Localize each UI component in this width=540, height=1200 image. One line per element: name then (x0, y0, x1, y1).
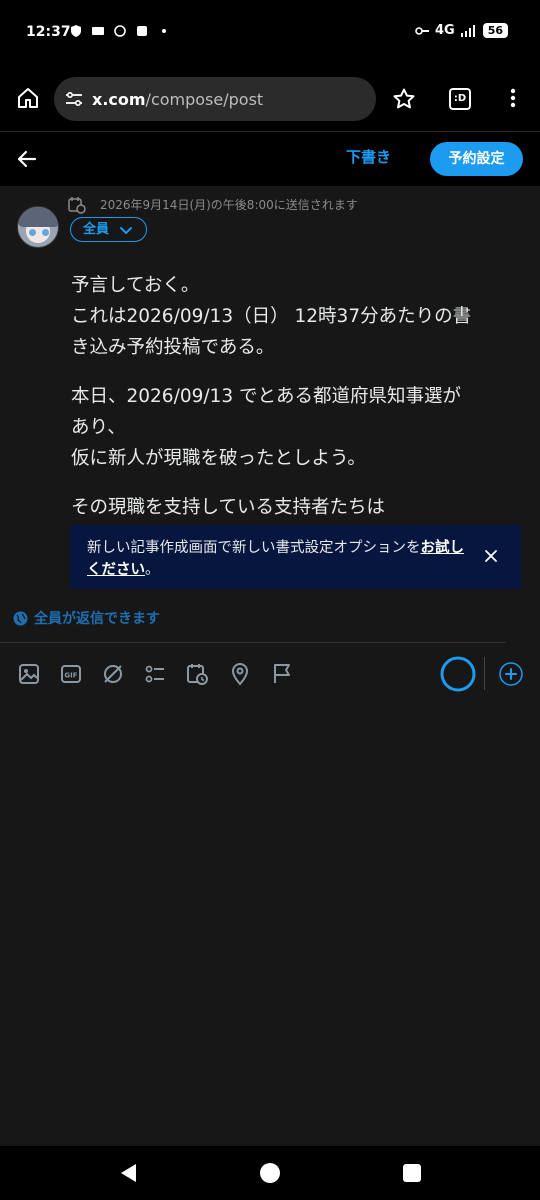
reply-setting[interactable]: 全員が返信できます (13, 608, 160, 628)
post-line: 本日、2026/09/13 でとある都道府県知事選が (71, 386, 462, 407)
reply-setting-label: 全員が返信できます (34, 611, 160, 627)
address-bar[interactable]: x.com/compose/post (54, 77, 376, 121)
status-time: 12:37 (26, 24, 71, 40)
divider (0, 642, 506, 643)
app-icon (137, 26, 147, 36)
toast-text: 新しい記事作成画面で新しい書式設定オプションを (87, 540, 421, 556)
flag-icon[interactable] (270, 662, 294, 686)
post-textarea[interactable]: 予言しておく。 これは2026/09/13（日） 12時37分あたりの書 き込み… (71, 270, 521, 526)
site-settings-icon[interactable] (64, 89, 84, 109)
nav-back-icon[interactable] (118, 1162, 140, 1184)
character-progress-ring (440, 656, 476, 692)
location-icon[interactable] (228, 662, 252, 686)
close-icon[interactable] (483, 548, 499, 564)
browser-toolbar: x.com/compose/post :D (0, 64, 540, 132)
shield-icon (71, 25, 81, 37)
dot-icon (162, 29, 166, 33)
post-line: き込み予約投稿である。 (71, 337, 275, 358)
battery-level: 56 (482, 23, 508, 38)
compose-header: 下書き 予約設定 (0, 132, 540, 186)
signal-icon (460, 24, 475, 37)
post-paragraph-1: 予言しておく。 これは2026/09/13（日） 12時37分あたりの書 き込み… (71, 270, 521, 363)
chatgpt-icon (114, 25, 126, 37)
network-type: 4G (434, 23, 455, 38)
add-post-icon[interactable] (499, 662, 523, 686)
toast-suffix: 。 (145, 562, 160, 578)
post-line: あり、 (71, 417, 126, 438)
post-line: その現職を支持している支持者たちは (71, 497, 385, 518)
back-arrow-icon[interactable] (14, 146, 40, 172)
image-icon[interactable] (17, 662, 41, 686)
toast-message: 新しい記事作成画面で新しい書式設定オプションをお試しください。 (87, 537, 467, 581)
post-paragraph-3: その現職を支持している支持者たちは (71, 492, 521, 523)
more-vert-icon[interactable] (503, 86, 523, 110)
nav-recents-icon[interactable] (403, 1164, 421, 1182)
star-icon[interactable] (392, 87, 416, 111)
post-line: これは2026/09/13（日） 12時37分あたりの書 (71, 306, 472, 327)
key-icon (415, 26, 429, 35)
post-paragraph-2: 本日、2026/09/13 でとある都道府県知事選が あり、 仮に新人が現職を破… (71, 381, 521, 474)
schedule-icon[interactable] (185, 662, 209, 686)
system-nav-bar (0, 1146, 540, 1200)
post-line: 予言しておく。 (71, 275, 200, 296)
url-text[interactable]: x.com/compose/post (92, 90, 263, 109)
toolbar-separator (484, 657, 485, 690)
url-host: x.com (92, 89, 146, 109)
drafts-button[interactable]: 下書き (346, 146, 391, 167)
status-bar: 12:37 4G 56 (0, 0, 540, 64)
tabs-icon[interactable]: :D (449, 88, 471, 110)
grok-icon[interactable] (101, 662, 125, 686)
home-icon[interactable] (16, 86, 40, 110)
status-notification-icons (70, 25, 170, 37)
post-text-viewport: 予言しておく。 これは2026/09/13（日） 12時37分あたりの書 き込み… (0, 186, 540, 526)
svg-text:GIF: GIF (64, 672, 77, 680)
status-right: 4G 56 (415, 23, 508, 38)
formatting-toast: 新しい記事作成画面で新しい書式設定オプションをお試しください。 (70, 525, 521, 589)
nav-home-icon[interactable] (260, 1163, 280, 1183)
mail-icon (92, 27, 104, 35)
url-path: /compose/post (145, 89, 264, 109)
globe-icon (13, 611, 28, 625)
schedule-button[interactable]: 予約設定 (430, 142, 523, 176)
gif-icon[interactable]: GIF (59, 662, 83, 686)
post-line: 仮に新人が現職を破ったとしよう。 (71, 448, 366, 469)
poll-icon[interactable] (143, 662, 167, 686)
